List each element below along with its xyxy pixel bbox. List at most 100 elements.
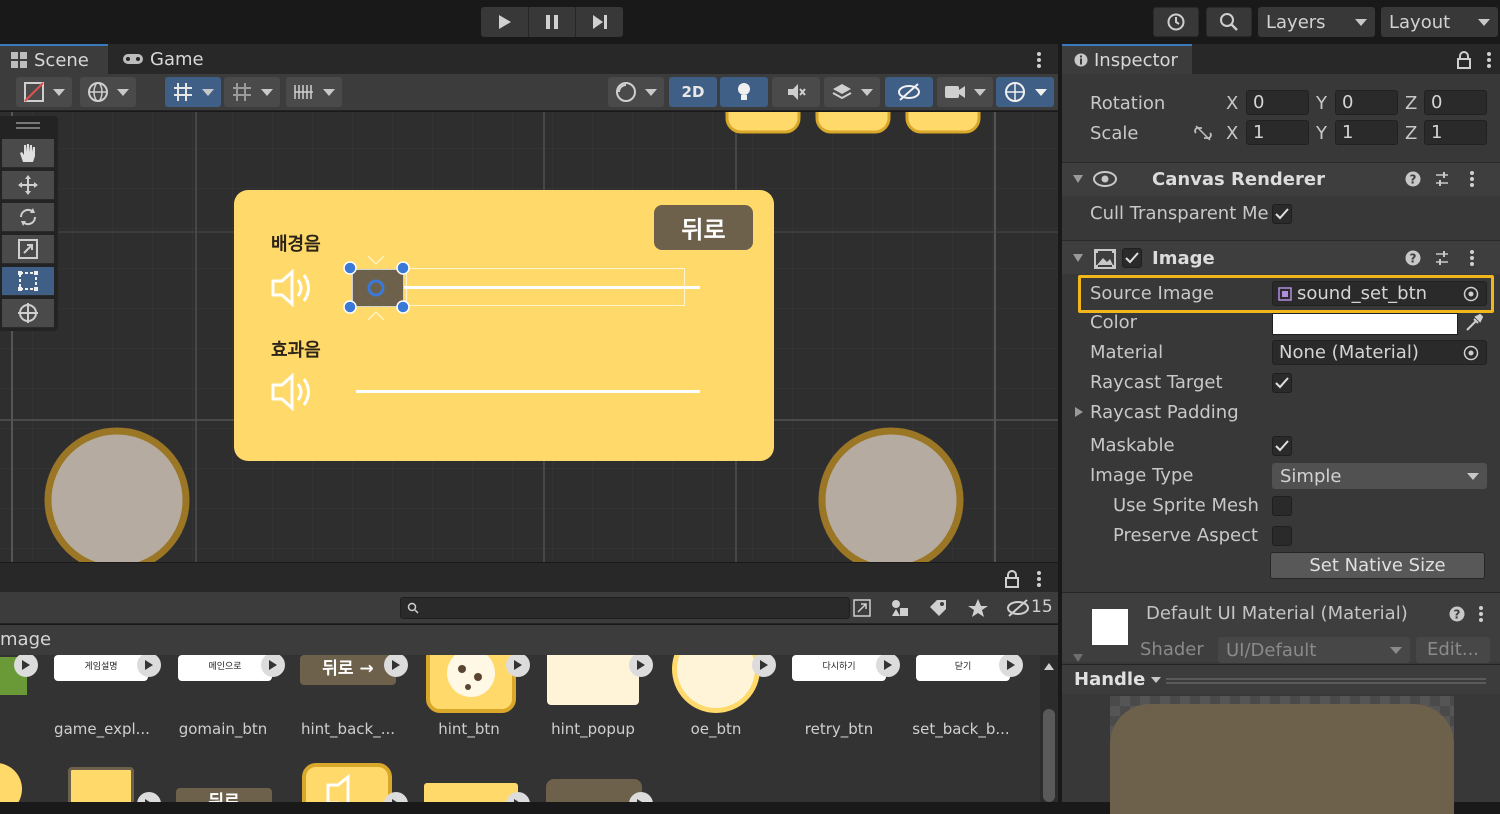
expand-play-icon[interactable]: [14, 655, 38, 677]
source-image-field[interactable]: sound_set_btn: [1272, 281, 1487, 306]
lock-icon[interactable]: [1004, 570, 1020, 588]
object-picker-icon[interactable]: [1463, 345, 1479, 361]
layout-dropdown[interactable]: Layout: [1381, 7, 1498, 37]
collapse-arrow-icon[interactable]: [1072, 174, 1084, 184]
set-native-size-button[interactable]: Set Native Size: [1270, 552, 1485, 579]
more-options-icon[interactable]: [1465, 248, 1479, 268]
lighting-toggle[interactable]: [720, 77, 768, 107]
maskable-checkbox[interactable]: [1272, 436, 1292, 456]
snap-grid-dropdown[interactable]: [165, 77, 221, 107]
preserve-aspect-checkbox[interactable]: [1272, 526, 1292, 546]
expand-play-icon[interactable]: [629, 655, 653, 677]
image-component-header[interactable]: Image ?: [1062, 240, 1500, 274]
object-picker-icon[interactable]: [1463, 286, 1479, 302]
asset-thumb-game-explain[interactable]: 게임설명: [54, 655, 148, 681]
search-by-type-icon[interactable]: [852, 598, 872, 618]
asset-thumb-oe-btn[interactable]: [672, 655, 760, 713]
scale-z-field[interactable]: 1: [1424, 120, 1487, 145]
more-options-icon[interactable]: [1465, 169, 1479, 189]
gizmos-dropdown[interactable]: [996, 77, 1054, 107]
image-type-dropdown[interactable]: Simple: [1272, 463, 1487, 489]
lock-icon[interactable]: [1456, 51, 1472, 69]
more-options-icon[interactable]: [1032, 569, 1046, 589]
help-icon[interactable]: ?: [1405, 250, 1421, 266]
expand-play-icon[interactable]: [752, 655, 776, 677]
draw-mode-dropdown[interactable]: [16, 77, 72, 107]
settings-popup[interactable]: 뒤로 배경음 효과음: [234, 190, 774, 461]
search-button[interactable]: [1206, 7, 1252, 37]
rect-tool-button[interactable]: [2, 267, 54, 296]
asset-thumb-sound-btn[interactable]: [302, 763, 392, 802]
presets-icon[interactable]: [1434, 171, 1450, 187]
layers-dropdown[interactable]: Layers: [1258, 7, 1375, 37]
rotation-x-field[interactable]: 0: [1246, 90, 1309, 115]
presets-icon[interactable]: [1434, 250, 1450, 266]
project-scrollbar[interactable]: [1040, 655, 1058, 802]
shader-edit-button[interactable]: Edit...: [1416, 637, 1490, 663]
asset-thumb-sound-set-btn[interactable]: [546, 779, 642, 802]
filter-type-icon[interactable]: [890, 598, 910, 618]
toggle-2d-button[interactable]: 2D: [669, 77, 717, 107]
back-button[interactable]: 뒤로: [654, 205, 753, 250]
eye-hidden-icon[interactable]: [1006, 598, 1030, 618]
asset-thumb-sound-popup[interactable]: [424, 783, 518, 802]
project-search-input[interactable]: [400, 597, 850, 619]
expand-play-icon[interactable]: [137, 792, 161, 802]
asset-thumb-hint-btn[interactable]: [426, 655, 516, 713]
render-mode-dropdown[interactable]: [80, 77, 136, 107]
scale-y-field[interactable]: 1: [1335, 120, 1398, 145]
image-enabled-checkbox[interactable]: [1122, 248, 1142, 268]
move-tool-button[interactable]: [2, 171, 54, 200]
tag-icon[interactable]: [928, 598, 948, 618]
asset-thumb[interactable]: [0, 763, 22, 802]
more-options-icon[interactable]: [1474, 604, 1488, 624]
transform-tool-button[interactable]: [2, 299, 54, 328]
handle-dropdown[interactable]: Handle: [1074, 669, 1162, 690]
drag-handle-icon[interactable]: [16, 122, 40, 124]
constrain-proportions-icon[interactable]: [1193, 124, 1213, 142]
raycast-target-checkbox[interactable]: [1272, 373, 1292, 393]
eyedropper-icon[interactable]: [1464, 313, 1484, 333]
use-sprite-mesh-checkbox[interactable]: [1272, 496, 1292, 516]
asset-thumb-gomain[interactable]: 메인으로: [178, 655, 272, 681]
expand-play-icon[interactable]: [384, 655, 408, 677]
scroll-up-icon[interactable]: [1043, 661, 1055, 671]
rotate-tool-button[interactable]: [2, 203, 54, 232]
expand-arrow-icon[interactable]: [1074, 406, 1084, 418]
star-icon[interactable]: [967, 597, 989, 619]
preview-drag-bar[interactable]: [1166, 678, 1486, 680]
expand-play-icon[interactable]: [876, 655, 900, 677]
hand-tool-button[interactable]: [2, 139, 54, 168]
more-options-icon[interactable]: [1482, 50, 1496, 70]
increment-snap-dropdown[interactable]: [224, 77, 280, 107]
shader-dropdown[interactable]: UI/Default: [1218, 637, 1410, 663]
asset-thumb-retry[interactable]: 다시하기: [792, 655, 886, 681]
pause-button[interactable]: [528, 7, 577, 37]
play-button[interactable]: [481, 7, 529, 37]
color-swatch[interactable]: [1272, 313, 1458, 335]
rotation-z-field[interactable]: 0: [1424, 90, 1487, 115]
rotation-y-field[interactable]: 0: [1335, 90, 1398, 115]
tab-scene[interactable]: Scene: [0, 44, 108, 74]
rect-transform-gizmo[interactable]: [342, 252, 414, 324]
scene-visibility-toggle[interactable]: [885, 77, 933, 107]
collapse-arrow-icon[interactable]: [1072, 253, 1084, 263]
camera-dropdown[interactable]: [937, 77, 993, 107]
asset-thumb-back[interactable]: 뒤로: [176, 788, 272, 802]
audio-toggle[interactable]: [772, 77, 820, 107]
expand-arrow-icon[interactable]: [1072, 653, 1084, 663]
raycast-padding-label[interactable]: Raycast Padding: [1090, 402, 1239, 423]
expand-play-icon[interactable]: [137, 655, 161, 677]
more-options-icon[interactable]: [1032, 50, 1046, 70]
tab-inspector[interactable]: Inspector: [1062, 44, 1192, 74]
scale-x-field[interactable]: 1: [1246, 120, 1309, 145]
help-icon[interactable]: ?: [1405, 171, 1421, 187]
expand-play-icon[interactable]: [999, 655, 1023, 677]
tab-game[interactable]: Game: [112, 44, 214, 74]
scale-tool-button[interactable]: [2, 235, 54, 264]
history-button[interactable]: [1153, 7, 1199, 37]
asset-thumb-clipboard[interactable]: [68, 767, 134, 802]
sfx-slider-track[interactable]: [356, 390, 700, 393]
ruler-dropdown[interactable]: [286, 77, 342, 107]
expand-play-icon[interactable]: [261, 655, 285, 677]
